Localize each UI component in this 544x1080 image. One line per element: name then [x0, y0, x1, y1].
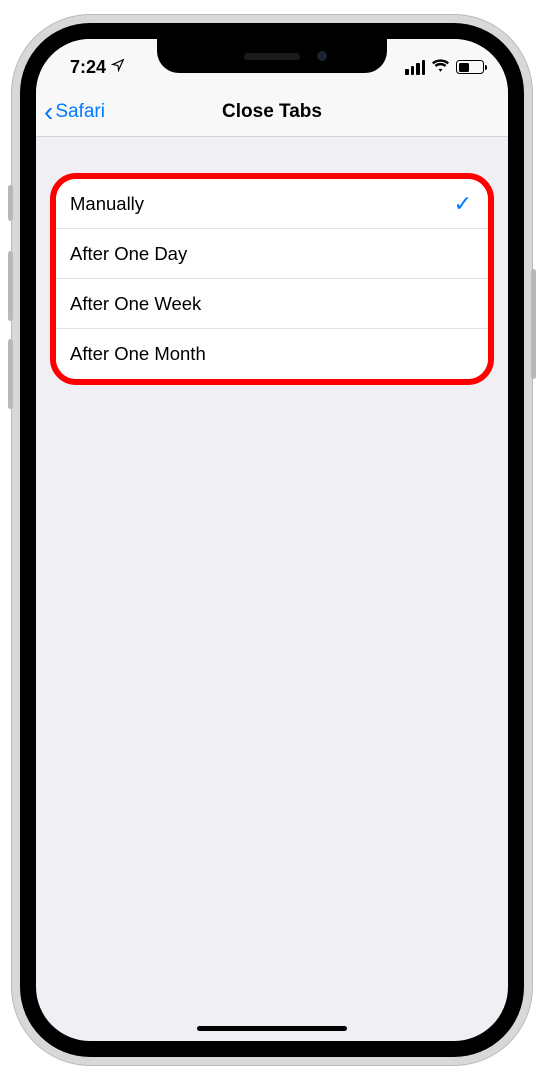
chevron-left-icon: ‹	[44, 98, 53, 126]
location-arrow-icon	[111, 58, 125, 76]
content-area: Manually ✓ After One Day ✓ After One Wee…	[36, 137, 508, 385]
status-left: 7:24	[70, 57, 125, 78]
option-after-one-day[interactable]: After One Day ✓	[56, 229, 488, 279]
back-label: Safari	[55, 101, 105, 123]
option-label: After One Month	[70, 343, 206, 365]
page-title: Close Tabs	[222, 101, 322, 123]
power-button	[531, 269, 536, 379]
checkmark-icon: ✓	[454, 191, 472, 217]
status-right	[405, 59, 484, 76]
back-button[interactable]: ‹ Safari	[44, 98, 105, 126]
speaker	[244, 53, 300, 60]
volume-down-button	[8, 339, 13, 409]
cellular-signal-icon	[405, 60, 425, 75]
battery-icon	[456, 60, 484, 74]
front-camera	[317, 51, 327, 61]
wifi-icon	[431, 59, 450, 76]
silence-switch	[8, 185, 13, 221]
notch	[157, 39, 387, 73]
option-label: Manually	[70, 193, 144, 215]
option-after-one-month[interactable]: After One Month ✓	[56, 329, 488, 379]
option-after-one-week[interactable]: After One Week ✓	[56, 279, 488, 329]
option-label: After One Day	[70, 243, 187, 265]
device-bezel: 7:24	[20, 23, 524, 1057]
home-indicator[interactable]	[197, 1026, 347, 1031]
device-frame: 7:24	[12, 15, 532, 1065]
option-manually[interactable]: Manually ✓	[56, 179, 488, 229]
nav-bar: ‹ Safari Close Tabs	[36, 87, 508, 137]
status-time: 7:24	[70, 57, 106, 78]
volume-up-button	[8, 251, 13, 321]
highlight-annotation: Manually ✓ After One Day ✓ After One Wee…	[50, 173, 494, 385]
option-label: After One Week	[70, 293, 201, 315]
battery-fill	[459, 63, 469, 72]
screen: 7:24	[36, 39, 508, 1041]
